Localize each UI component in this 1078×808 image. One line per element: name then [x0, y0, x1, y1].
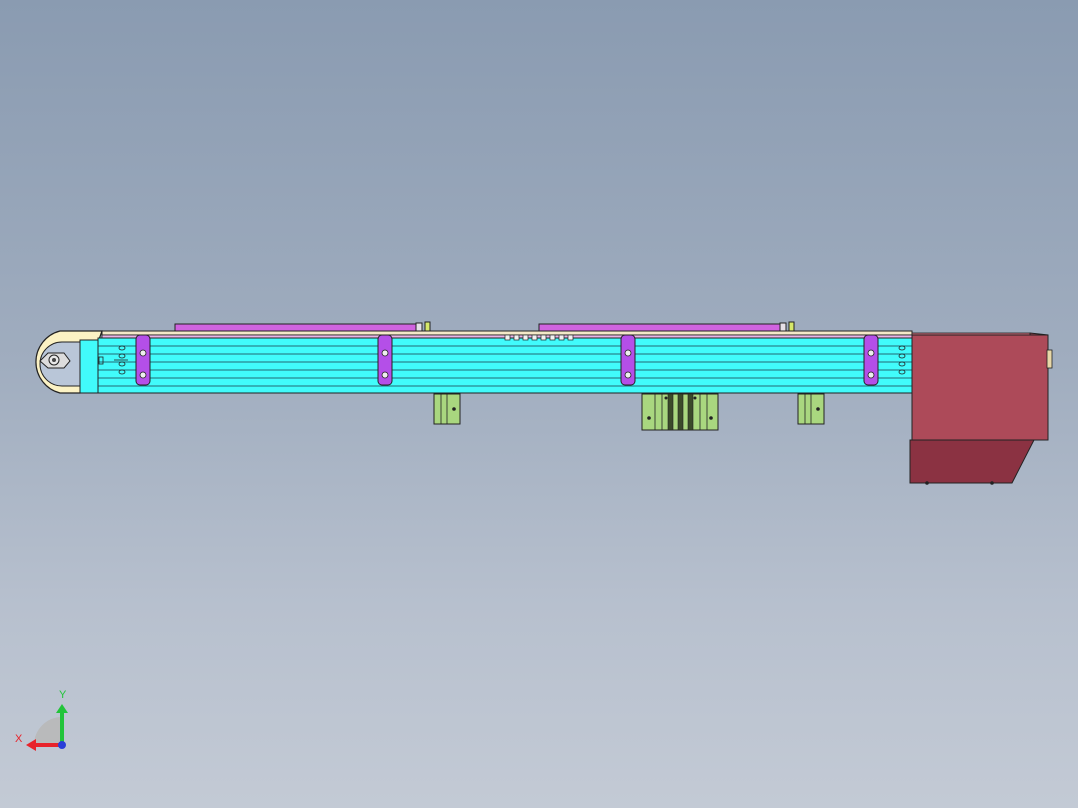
cad-viewport[interactable]: X Y	[0, 0, 1078, 808]
x-axis-label: X	[15, 733, 23, 745]
top-rail-left[interactable]	[174, 321, 431, 332]
z-axis-dot	[58, 741, 66, 749]
side-bracket-3[interactable]	[620, 334, 636, 386]
side-bracket-4[interactable]	[863, 334, 879, 386]
side-bracket-2[interactable]	[377, 334, 393, 386]
conveyor-model[interactable]	[0, 0, 1078, 808]
y-axis-label: Y	[59, 689, 67, 701]
top-plate[interactable]	[101, 330, 913, 336]
support-leg-right[interactable]	[797, 393, 825, 425]
side-bracket-1[interactable]	[135, 334, 151, 386]
motor-housing[interactable]	[909, 332, 1053, 485]
axis-triad	[26, 704, 68, 751]
top-rail-right[interactable]	[538, 321, 795, 332]
support-leg-center[interactable]	[641, 393, 719, 431]
support-leg-left[interactable]	[433, 393, 461, 425]
end-roller[interactable]	[35, 330, 103, 394]
